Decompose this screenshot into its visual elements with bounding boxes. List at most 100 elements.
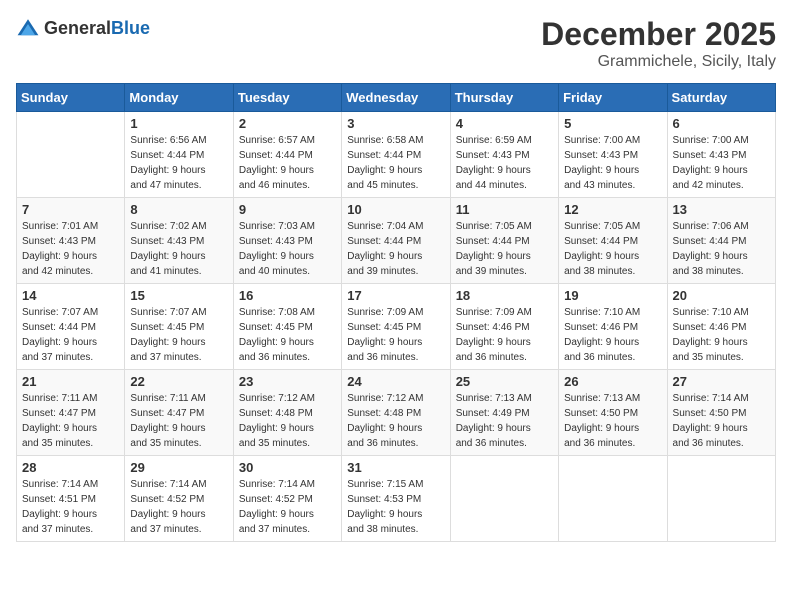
day-info: Sunrise: 7:09 AMSunset: 4:46 PMDaylight:… xyxy=(456,305,553,365)
day-info: Sunrise: 7:10 AMSunset: 4:46 PMDaylight:… xyxy=(564,305,661,365)
day-info: Sunrise: 7:12 AMSunset: 4:48 PMDaylight:… xyxy=(239,391,336,451)
calendar-cell: 31 Sunrise: 7:15 AMSunset: 4:53 PMDayligh… xyxy=(342,456,450,542)
day-number: 15 xyxy=(130,288,227,303)
calendar-table: SundayMondayTuesdayWednesdayThursdayFrid… xyxy=(16,83,776,542)
day-number: 24 xyxy=(347,374,444,389)
calendar-cell: 24 Sunrise: 7:12 AMSunset: 4:48 PMDayligh… xyxy=(342,370,450,456)
day-number: 8 xyxy=(130,202,227,217)
calendar-cell: 13 Sunrise: 7:06 AMSunset: 4:44 PMDayligh… xyxy=(667,198,775,284)
calendar-cell: 10 Sunrise: 7:04 AMSunset: 4:44 PMDayligh… xyxy=(342,198,450,284)
day-number: 10 xyxy=(347,202,444,217)
calendar-cell xyxy=(559,456,667,542)
day-info: Sunrise: 7:14 AMSunset: 4:51 PMDaylight:… xyxy=(22,477,119,537)
day-info: Sunrise: 7:13 AMSunset: 4:49 PMDaylight:… xyxy=(456,391,553,451)
calendar-week-row: 1 Sunrise: 6:56 AMSunset: 4:44 PMDaylight… xyxy=(17,112,776,198)
calendar-cell: 12 Sunrise: 7:05 AMSunset: 4:44 PMDayligh… xyxy=(559,198,667,284)
day-number: 18 xyxy=(456,288,553,303)
day-number: 28 xyxy=(22,460,119,475)
calendar-cell: 20 Sunrise: 7:10 AMSunset: 4:46 PMDayligh… xyxy=(667,284,775,370)
day-number: 27 xyxy=(673,374,770,389)
calendar-cell: 27 Sunrise: 7:14 AMSunset: 4:50 PMDayligh… xyxy=(667,370,775,456)
location-title: Grammichele, Sicily, Italy xyxy=(541,53,776,71)
calendar-cell xyxy=(17,112,125,198)
calendar-cell: 19 Sunrise: 7:10 AMSunset: 4:46 PMDayligh… xyxy=(559,284,667,370)
day-number: 11 xyxy=(456,202,553,217)
weekday-header: Tuesday xyxy=(233,84,341,112)
calendar-cell: 30 Sunrise: 7:14 AMSunset: 4:52 PMDayligh… xyxy=(233,456,341,542)
calendar-cell: 16 Sunrise: 7:08 AMSunset: 4:45 PMDayligh… xyxy=(233,284,341,370)
day-number: 16 xyxy=(239,288,336,303)
day-number: 19 xyxy=(564,288,661,303)
calendar-cell: 21 Sunrise: 7:11 AMSunset: 4:47 PMDayligh… xyxy=(17,370,125,456)
calendar-cell: 1 Sunrise: 6:56 AMSunset: 4:44 PMDaylight… xyxy=(125,112,233,198)
calendar-cell xyxy=(667,456,775,542)
calendar-cell: 18 Sunrise: 7:09 AMSunset: 4:46 PMDayligh… xyxy=(450,284,558,370)
day-number: 1 xyxy=(130,116,227,131)
day-number: 25 xyxy=(456,374,553,389)
calendar-header-row: SundayMondayTuesdayWednesdayThursdayFrid… xyxy=(17,84,776,112)
weekday-header: Sunday xyxy=(17,84,125,112)
calendar-cell: 3Sunrise: 6:58 AMSunset: 4:44 PMDaylight… xyxy=(342,112,450,198)
calendar-cell xyxy=(450,456,558,542)
day-number: 30 xyxy=(239,460,336,475)
calendar-cell: 22 Sunrise: 7:11 AMSunset: 4:47 PMDayligh… xyxy=(125,370,233,456)
day-info: Sunrise: 7:03 AMSunset: 4:43 PMDaylight:… xyxy=(239,219,336,279)
day-number: 6 xyxy=(673,116,770,131)
weekday-header: Monday xyxy=(125,84,233,112)
day-number: 29 xyxy=(130,460,227,475)
calendar-cell: 2Sunrise: 6:57 AMSunset: 4:44 PMDaylight… xyxy=(233,112,341,198)
day-info: Sunrise: 6:56 AMSunset: 4:44 PMDaylight:… xyxy=(130,133,227,193)
calendar-cell: 26Sunrise: 7:13 AMSunset: 4:50 PMDayligh… xyxy=(559,370,667,456)
calendar-cell: 11 Sunrise: 7:05 AMSunset: 4:44 PMDayligh… xyxy=(450,198,558,284)
day-info: Sunrise: 7:13 AMSunset: 4:50 PMDaylight:… xyxy=(564,391,661,451)
calendar-cell: 28 Sunrise: 7:14 AMSunset: 4:51 PMDayligh… xyxy=(17,456,125,542)
calendar-week-row: 28 Sunrise: 7:14 AMSunset: 4:51 PMDayligh… xyxy=(17,456,776,542)
day-info: Sunrise: 7:04 AMSunset: 4:44 PMDaylight:… xyxy=(347,219,444,279)
day-number: 4 xyxy=(456,116,553,131)
calendar-cell: 25 Sunrise: 7:13 AMSunset: 4:49 PMDayligh… xyxy=(450,370,558,456)
day-info: Sunrise: 7:08 AMSunset: 4:45 PMDaylight:… xyxy=(239,305,336,365)
calendar-week-row: 21 Sunrise: 7:11 AMSunset: 4:47 PMDayligh… xyxy=(17,370,776,456)
day-number: 9 xyxy=(239,202,336,217)
logo: GeneralBlue xyxy=(16,16,150,40)
calendar-cell: 17Sunrise: 7:09 AMSunset: 4:45 PMDayligh… xyxy=(342,284,450,370)
day-info: Sunrise: 7:14 AMSunset: 4:50 PMDaylight:… xyxy=(673,391,770,451)
calendar-week-row: 7Sunrise: 7:01 AMSunset: 4:43 PMDaylight… xyxy=(17,198,776,284)
day-info: Sunrise: 7:14 AMSunset: 4:52 PMDaylight:… xyxy=(239,477,336,537)
calendar-cell: 4Sunrise: 6:59 AMSunset: 4:43 PMDaylight… xyxy=(450,112,558,198)
day-info: Sunrise: 7:11 AMSunset: 4:47 PMDaylight:… xyxy=(130,391,227,451)
logo-icon xyxy=(16,16,40,40)
day-number: 5 xyxy=(564,116,661,131)
day-info: Sunrise: 7:05 AMSunset: 4:44 PMDaylight:… xyxy=(456,219,553,279)
day-number: 22 xyxy=(130,374,227,389)
day-number: 21 xyxy=(22,374,119,389)
day-number: 31 xyxy=(347,460,444,475)
day-info: Sunrise: 7:05 AMSunset: 4:44 PMDaylight:… xyxy=(564,219,661,279)
day-number: 14 xyxy=(22,288,119,303)
day-info: Sunrise: 7:12 AMSunset: 4:48 PMDaylight:… xyxy=(347,391,444,451)
title-block: December 2025 Grammichele, Sicily, Italy xyxy=(541,16,776,71)
calendar-cell: 29Sunrise: 7:14 AMSunset: 4:52 PMDayligh… xyxy=(125,456,233,542)
weekday-header: Saturday xyxy=(667,84,775,112)
day-info: Sunrise: 7:10 AMSunset: 4:46 PMDaylight:… xyxy=(673,305,770,365)
calendar-cell: 8Sunrise: 7:02 AMSunset: 4:43 PMDaylight… xyxy=(125,198,233,284)
day-info: Sunrise: 7:07 AMSunset: 4:45 PMDaylight:… xyxy=(130,305,227,365)
day-info: Sunrise: 7:15 AMSunset: 4:53 PMDaylight:… xyxy=(347,477,444,537)
logo-general: General xyxy=(44,18,111,38)
day-number: 13 xyxy=(673,202,770,217)
day-info: Sunrise: 7:11 AMSunset: 4:47 PMDaylight:… xyxy=(22,391,119,451)
weekday-header: Thursday xyxy=(450,84,558,112)
calendar-week-row: 14 Sunrise: 7:07 AMSunset: 4:44 PMDayligh… xyxy=(17,284,776,370)
calendar-cell: 7Sunrise: 7:01 AMSunset: 4:43 PMDaylight… xyxy=(17,198,125,284)
calendar-cell: 5 Sunrise: 7:00 AMSunset: 4:43 PMDaylight… xyxy=(559,112,667,198)
day-info: Sunrise: 7:06 AMSunset: 4:44 PMDaylight:… xyxy=(673,219,770,279)
day-number: 12 xyxy=(564,202,661,217)
day-info: Sunrise: 7:07 AMSunset: 4:44 PMDaylight:… xyxy=(22,305,119,365)
day-info: Sunrise: 7:00 AMSunset: 4:43 PMDaylight:… xyxy=(564,133,661,193)
month-title: December 2025 xyxy=(541,16,776,53)
calendar-cell: 6Sunrise: 7:00 AMSunset: 4:43 PMDaylight… xyxy=(667,112,775,198)
day-number: 7 xyxy=(22,202,119,217)
day-number: 20 xyxy=(673,288,770,303)
calendar-cell: 9 Sunrise: 7:03 AMSunset: 4:43 PMDaylight… xyxy=(233,198,341,284)
day-info: Sunrise: 7:09 AMSunset: 4:45 PMDaylight:… xyxy=(347,305,444,365)
